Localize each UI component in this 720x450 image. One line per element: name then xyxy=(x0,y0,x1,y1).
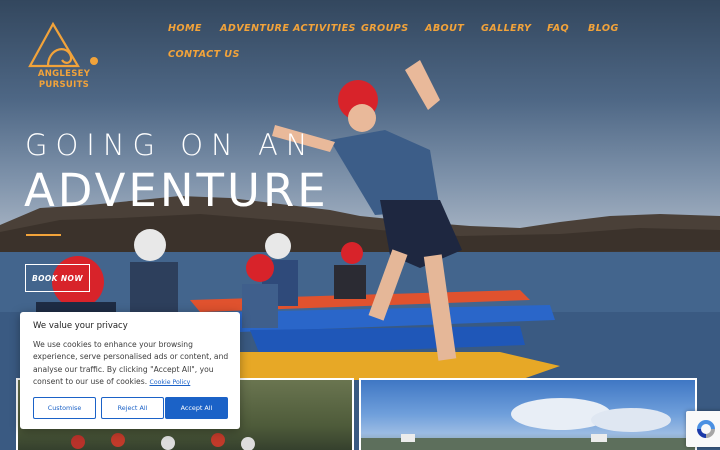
nav-blog[interactable]: BLOG xyxy=(588,23,619,34)
recaptcha-icon xyxy=(697,420,715,438)
wave-triangle-logo-icon xyxy=(28,21,98,68)
nav-gallery[interactable]: GALLERY xyxy=(481,23,531,34)
cookie-banner-title: We value your privacy xyxy=(33,321,128,331)
brand-name: ANGLESEY PURSUITS xyxy=(30,69,98,91)
hero-accent-divider xyxy=(26,234,61,236)
hero-headline-line2: ADVENTURE xyxy=(24,164,329,217)
nav-adventure-activities[interactable]: ADVENTURE ACTIVITIES xyxy=(220,23,356,34)
customise-button[interactable]: Customise xyxy=(33,397,96,419)
cookie-banner-body: We use cookies to enhance your browsing … xyxy=(33,340,229,387)
book-now-button[interactable]: BOOK NOW xyxy=(25,264,90,292)
gallery-tile-coast-photo[interactable] xyxy=(359,378,697,450)
brand-name-line1: ANGLESEY xyxy=(37,69,91,79)
cookie-policy-link[interactable]: Cookie Policy xyxy=(150,379,191,386)
cookie-consent-banner: We value your privacy We use cookies to … xyxy=(20,312,240,429)
nav-about[interactable]: ABOUT xyxy=(425,23,464,34)
cookie-banner-text: We use cookies to enhance your browsing … xyxy=(33,339,233,390)
nav-groups[interactable]: GROUPS xyxy=(361,23,409,34)
accept-all-button[interactable]: Accept All xyxy=(165,397,228,419)
reject-all-button[interactable]: Reject All xyxy=(101,397,164,419)
nav-contact-us[interactable]: CONTACT US xyxy=(168,49,240,60)
hero-headline-line1: GOING ON AN xyxy=(25,128,316,162)
nav-faq[interactable]: FAQ xyxy=(547,23,569,34)
brand-name-line2: PURSUITS xyxy=(38,80,90,90)
coast-photo-image xyxy=(361,398,695,450)
recaptcha-badge[interactable] xyxy=(686,411,720,447)
nav-home[interactable]: HOME xyxy=(168,23,202,34)
